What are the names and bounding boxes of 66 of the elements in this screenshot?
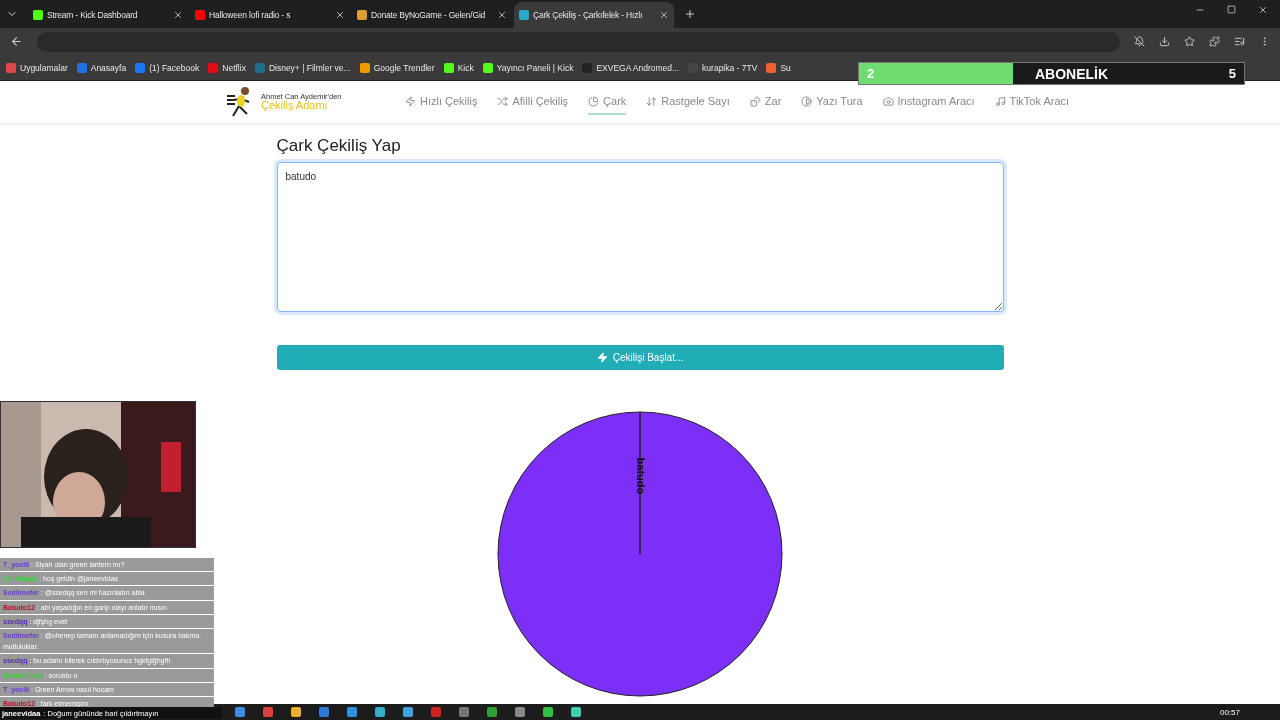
nav-link[interactable]: Instagram Aracı bbox=[882, 89, 975, 115]
bookmark[interactable]: kurapika - 7TV bbox=[688, 62, 758, 73]
names-field[interactable]: batudo bbox=[276, 162, 1004, 312]
dice-icon bbox=[749, 95, 761, 107]
nav-link[interactable]: TikTok Aracı bbox=[994, 89, 1070, 115]
bookmark[interactable]: Netflix bbox=[208, 62, 246, 73]
install-icon[interactable] bbox=[1159, 36, 1170, 47]
taskbar-app-icon[interactable] bbox=[263, 707, 273, 717]
taskbar-app-icon[interactable] bbox=[543, 707, 553, 717]
bookmark[interactable]: EXVEGA Andromed... bbox=[582, 62, 680, 73]
goal-current: 2 bbox=[867, 66, 875, 81]
music-note-icon bbox=[994, 95, 1006, 107]
shuffle-icon bbox=[497, 95, 509, 107]
star-icon[interactable] bbox=[1184, 36, 1195, 47]
browser-tab[interactable]: Stream - Kick Dashboard bbox=[28, 2, 188, 28]
nav-link[interactable]: Zar bbox=[749, 89, 782, 115]
new-tab-icon[interactable] bbox=[684, 8, 696, 20]
nav-link[interactable]: Hızlı Çekiliş bbox=[405, 89, 478, 115]
close-icon[interactable] bbox=[173, 10, 183, 20]
taskbar-app-icon[interactable] bbox=[403, 707, 413, 717]
taskbar-app-icon[interactable] bbox=[319, 707, 329, 717]
muted-bell-icon[interactable] bbox=[1134, 36, 1145, 47]
extension-icon[interactable] bbox=[1209, 36, 1220, 47]
nav-link[interactable]: Afilli Çekiliş bbox=[497, 89, 569, 115]
maximize-icon[interactable] bbox=[1227, 5, 1236, 15]
taskbar-app-icon[interactable] bbox=[291, 707, 301, 717]
pie-chart-icon bbox=[588, 95, 600, 107]
slice-label: batudo bbox=[635, 457, 648, 495]
page-heading: Çark Çekiliş Yap bbox=[276, 136, 402, 156]
bookmark[interactable]: Yayıncı Paneli | Kick bbox=[482, 62, 574, 73]
nav-link[interactable]: Yazı Tura bbox=[801, 89, 863, 115]
nav-link[interactable]: Çark bbox=[588, 89, 627, 115]
close-icon[interactable] bbox=[659, 10, 669, 20]
goal-target: 5 bbox=[1228, 66, 1236, 81]
lightning-icon bbox=[405, 95, 416, 107]
playlist-icon[interactable] bbox=[1234, 36, 1245, 47]
bookmark[interactable]: Google Trendler bbox=[359, 62, 435, 73]
bookmark[interactable]: Anasayfa bbox=[76, 62, 127, 73]
bookmark[interactable]: Disney+ | Filmler ve... bbox=[254, 62, 351, 73]
close-icon[interactable] bbox=[335, 10, 345, 20]
logo-name: Çekiliş Adamı bbox=[261, 100, 328, 112]
taskbar-app-icon[interactable] bbox=[431, 707, 441, 717]
back-icon[interactable] bbox=[10, 35, 23, 48]
bookmark[interactable]: Kick bbox=[443, 62, 474, 73]
bookmark[interactable]: (1) Facebook bbox=[135, 62, 200, 73]
taskbar-app-icon[interactable] bbox=[515, 707, 525, 717]
browser-tab[interactable]: Donate ByNoGame - Gelen/Gid bbox=[352, 2, 512, 28]
taskbar-app-icon[interactable] bbox=[571, 707, 581, 717]
lightning-icon bbox=[596, 352, 608, 363]
taskbar-app-icon[interactable] bbox=[235, 707, 245, 717]
taskbar-app-icon[interactable] bbox=[347, 707, 357, 717]
browser-tab[interactable]: Halloween lofi radio - s bbox=[190, 2, 350, 28]
taskbar-app-icon[interactable] bbox=[375, 707, 385, 717]
taskbar-app-icon[interactable] bbox=[487, 707, 497, 717]
taskbar-app-icon[interactable] bbox=[459, 707, 469, 717]
clock: 00:57 bbox=[1219, 707, 1240, 717]
goal-label: ABONELİK bbox=[1033, 65, 1109, 82]
half-circle-icon bbox=[801, 95, 813, 107]
browser-tab[interactable]: Çark Çekiliş - Çarkıfelek - Hızlı bbox=[514, 2, 674, 28]
close-icon[interactable] bbox=[497, 10, 507, 20]
nav-link[interactable]: Rastgele Sayı bbox=[646, 89, 730, 115]
sort-icon bbox=[646, 95, 658, 107]
close-icon[interactable] bbox=[1258, 5, 1268, 15]
bookmark[interactable]: Su bbox=[766, 62, 791, 73]
bookmark[interactable]: Uygulamalar bbox=[6, 62, 68, 73]
camera-icon bbox=[882, 95, 894, 107]
